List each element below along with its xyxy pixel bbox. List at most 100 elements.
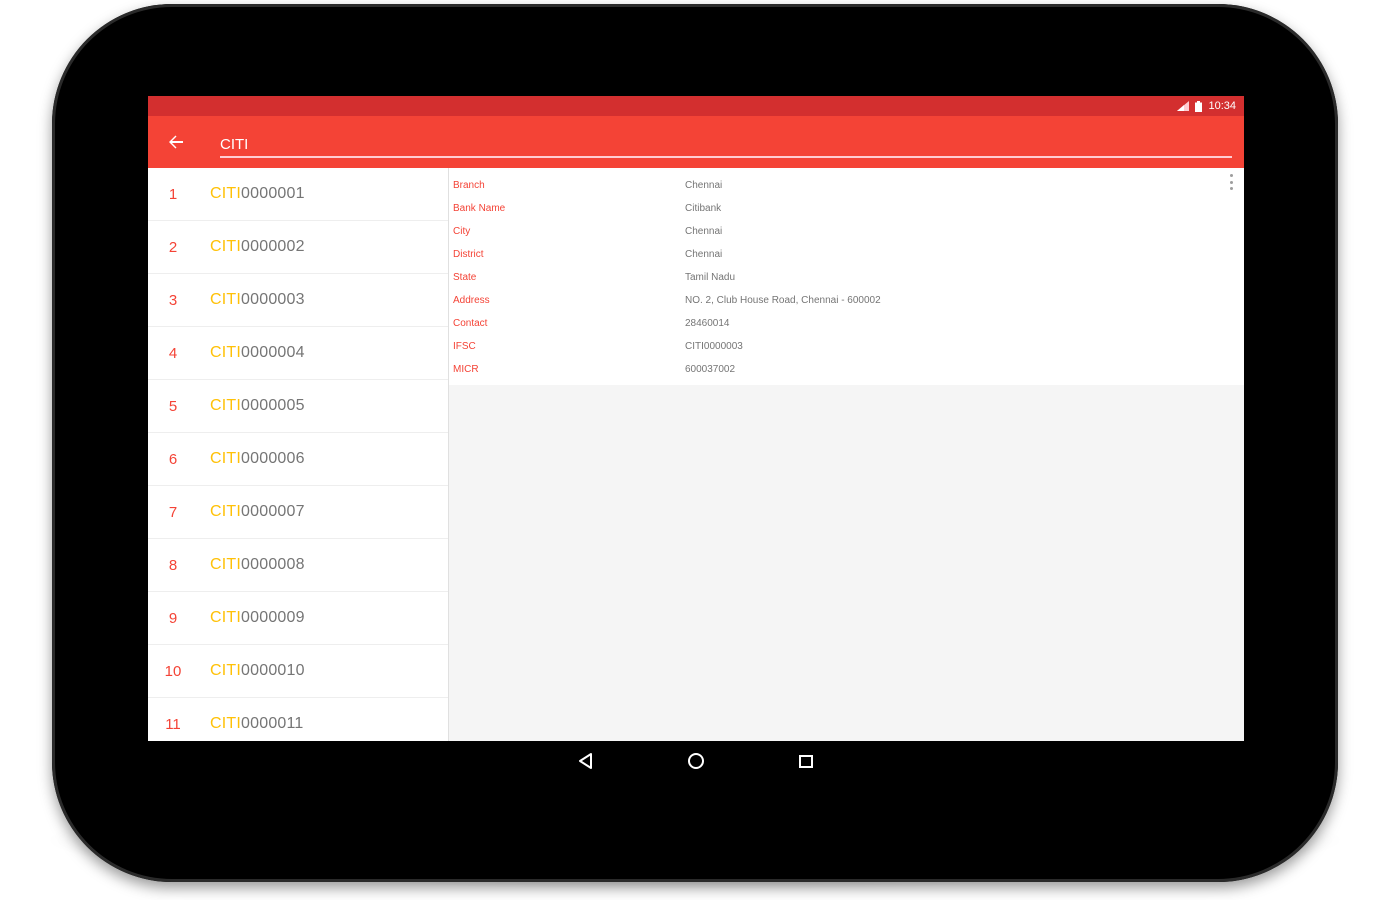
detail-row: IFSC CITI0000003 bbox=[449, 335, 1244, 358]
list-item-code: CITI0000005 bbox=[210, 397, 305, 415]
back-button[interactable] bbox=[162, 128, 190, 156]
nav-home-button[interactable] bbox=[684, 749, 708, 773]
detail-row: City Chennai bbox=[449, 220, 1244, 243]
list-item-code: CITI0000007 bbox=[210, 503, 305, 521]
detail-value: CITI0000003 bbox=[685, 341, 743, 352]
overflow-menu-button[interactable] bbox=[1228, 174, 1234, 190]
status-bar: 10:34 bbox=[148, 96, 1244, 116]
list-item-code-prefix: CITI bbox=[210, 715, 242, 732]
detail-value: NO. 2, Club House Road, Chennai - 600002 bbox=[685, 295, 881, 306]
list-item-number: 7 bbox=[168, 503, 178, 521]
detail-value: Citibank bbox=[685, 203, 722, 214]
list-item-code-prefix: CITI bbox=[210, 397, 242, 414]
status-time: 10:34 bbox=[1208, 100, 1236, 112]
arrow-left-icon bbox=[169, 135, 183, 149]
list-item-code: CITI0000009 bbox=[210, 609, 305, 627]
detail-label: Bank Name bbox=[453, 203, 506, 214]
list-item[interactable]: 8 CITI0000008 bbox=[148, 539, 448, 592]
more-vert-icon-dot bbox=[1229, 174, 1233, 177]
detail-row: Contact 28460014 bbox=[449, 312, 1244, 335]
detail-value: 600037002 bbox=[685, 364, 736, 375]
list-item-code-prefix: CITI bbox=[210, 503, 242, 520]
list-item-code-rest: 0000011 bbox=[241, 715, 304, 732]
detail-value: Chennai bbox=[685, 226, 723, 237]
list-item[interactable]: 10 CITI0000010 bbox=[148, 645, 448, 698]
list-item-number: 9 bbox=[168, 609, 178, 627]
list-item-code: CITI0000008 bbox=[210, 556, 305, 574]
list-item[interactable]: 2 CITI0000002 bbox=[148, 221, 448, 274]
list-item[interactable]: 3 CITI0000003 bbox=[148, 274, 448, 327]
detail-pane: Branch Chennai Bank Name Citibank City Chenna… bbox=[449, 168, 1244, 741]
list-item-number: 6 bbox=[168, 450, 178, 468]
list-item[interactable]: 6 CITI0000006 bbox=[148, 433, 448, 486]
list-item-code-rest: 0000003 bbox=[241, 291, 305, 308]
detail-label: District bbox=[453, 249, 484, 260]
list-item-code: CITI0000002 bbox=[210, 238, 305, 256]
list-item-code-rest: 0000007 bbox=[241, 503, 305, 520]
list-item-number: 2 bbox=[168, 238, 178, 256]
list-item-code-rest: 0000002 bbox=[241, 238, 305, 255]
detail-row: District Chennai bbox=[449, 243, 1244, 266]
detail-value: 28460014 bbox=[685, 318, 730, 329]
list-item-code-prefix: CITI bbox=[210, 662, 242, 679]
triangle-back-icon bbox=[579, 753, 592, 769]
list-item[interactable]: 4 CITI0000004 bbox=[148, 327, 448, 380]
navigation-bar bbox=[148, 741, 1244, 781]
list-item-code: CITI0000011 bbox=[210, 715, 304, 733]
search-field bbox=[220, 126, 1232, 158]
list-item-code-rest: 0000006 bbox=[241, 450, 305, 467]
detail-card: Branch Chennai Bank Name Citibank City Chenna… bbox=[449, 168, 1244, 385]
signal-icon bbox=[1177, 101, 1190, 111]
circle-home-icon bbox=[688, 753, 704, 769]
list-item-code-rest: 0000001 bbox=[241, 185, 305, 202]
list-item-code-rest: 0000010 bbox=[241, 662, 305, 679]
list-item-number: 11 bbox=[165, 715, 181, 733]
detail-row: MICR 600037002 bbox=[449, 358, 1244, 381]
list-item-code: CITI0000004 bbox=[210, 344, 305, 362]
ifsc-list[interactable]: 1 CITI0000001 2 CITI0000002 3 CITI0000003 4 CIT… bbox=[148, 168, 449, 741]
list-item-code-prefix: CITI bbox=[210, 450, 242, 467]
list-item-number: 4 bbox=[168, 344, 178, 362]
list-item[interactable]: 1 CITI0000001 bbox=[148, 168, 448, 221]
detail-value: Chennai bbox=[685, 249, 723, 260]
list-item-code: CITI0000010 bbox=[210, 662, 305, 680]
detail-label: MICR bbox=[453, 364, 479, 375]
app-screen: 10:34 1CITI00000012CITI00000023CITI00000… bbox=[148, 96, 1244, 741]
detail-row: Address NO. 2, Club House Road, Chennai -… bbox=[449, 289, 1244, 312]
list-item-code-rest: 0000005 bbox=[241, 397, 305, 414]
list-item-code-prefix: CITI bbox=[210, 238, 242, 255]
more-vert-icon-dot bbox=[1229, 187, 1233, 190]
list-item-number: 8 bbox=[168, 556, 178, 574]
list-item-code: CITI0000003 bbox=[210, 291, 305, 309]
detail-label: City bbox=[453, 226, 471, 237]
list-item-number: 3 bbox=[168, 291, 178, 309]
list-item-code: CITI0000006 bbox=[210, 450, 305, 468]
list-item-code-prefix: CITI bbox=[210, 609, 242, 626]
search-input[interactable] bbox=[220, 126, 1232, 158]
list-item-number: 5 bbox=[168, 397, 178, 415]
detail-label: Branch bbox=[453, 180, 485, 191]
detail-label: Contact bbox=[453, 318, 488, 329]
list-item-code-prefix: CITI bbox=[210, 556, 242, 573]
detail-label: Address bbox=[453, 295, 490, 306]
more-vert-icon-dot bbox=[1229, 180, 1233, 184]
list-item[interactable]: 11 CITI0000011 bbox=[148, 698, 448, 741]
detail-label: State bbox=[453, 272, 477, 283]
list-item[interactable]: 7 CITI0000007 bbox=[148, 486, 448, 539]
detail-value: Tamil Nadu bbox=[685, 272, 736, 283]
list-item-number: 1 bbox=[168, 185, 178, 203]
nav-recents-button[interactable] bbox=[794, 749, 818, 773]
detail-value: Chennai bbox=[685, 180, 723, 191]
nav-back-button[interactable] bbox=[574, 749, 598, 773]
list-item-code-rest: 0000008 bbox=[241, 556, 305, 573]
toolbar bbox=[148, 116, 1244, 168]
list-item-code-rest: 0000009 bbox=[241, 609, 305, 626]
list-item-code-prefix: CITI bbox=[210, 344, 242, 361]
list-item-code: CITI0000001 bbox=[210, 185, 305, 203]
list-item-code-prefix: CITI bbox=[210, 291, 242, 308]
detail-row: Bank Name Citibank bbox=[449, 197, 1244, 220]
list-item[interactable]: 5 CITI0000005 bbox=[148, 380, 448, 433]
battery-icon bbox=[1195, 100, 1203, 112]
list-item[interactable]: 9 CITI0000009 bbox=[148, 592, 448, 645]
list-item-code-prefix: CITI bbox=[210, 185, 242, 202]
